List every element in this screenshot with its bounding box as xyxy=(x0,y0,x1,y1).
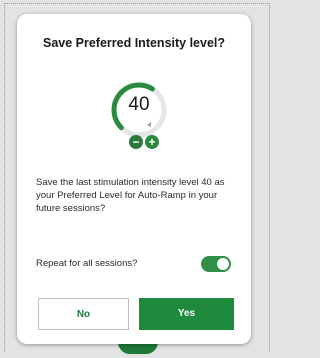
yes-button[interactable]: Yes xyxy=(139,298,234,330)
screen-border-top xyxy=(4,3,270,4)
screen-border-left xyxy=(4,3,5,352)
repeat-row: Repeat for all sessions? xyxy=(36,256,235,272)
decrease-intensity-button[interactable]: − xyxy=(129,135,143,149)
intensity-gauge: 40 xyxy=(109,80,169,140)
increase-intensity-button[interactable]: + xyxy=(145,135,159,149)
screen-border-right xyxy=(269,3,270,352)
repeat-label: Repeat for all sessions? xyxy=(36,258,138,269)
minus-icon: − xyxy=(132,135,140,149)
dialog-description: Save the last stimulation intensity leve… xyxy=(36,177,225,214)
plus-icon: + xyxy=(148,135,156,149)
gauge-pointer xyxy=(147,122,151,127)
no-button[interactable]: No xyxy=(38,298,129,330)
toggle-knob xyxy=(217,258,229,270)
dialog-title: Save Preferred Intensity level? xyxy=(42,36,226,50)
preferred-intensity-dialog: Save Preferred Intensity level? 40 − + S… xyxy=(17,14,251,344)
intensity-value: 40 xyxy=(128,94,150,115)
repeat-toggle[interactable] xyxy=(201,256,231,272)
